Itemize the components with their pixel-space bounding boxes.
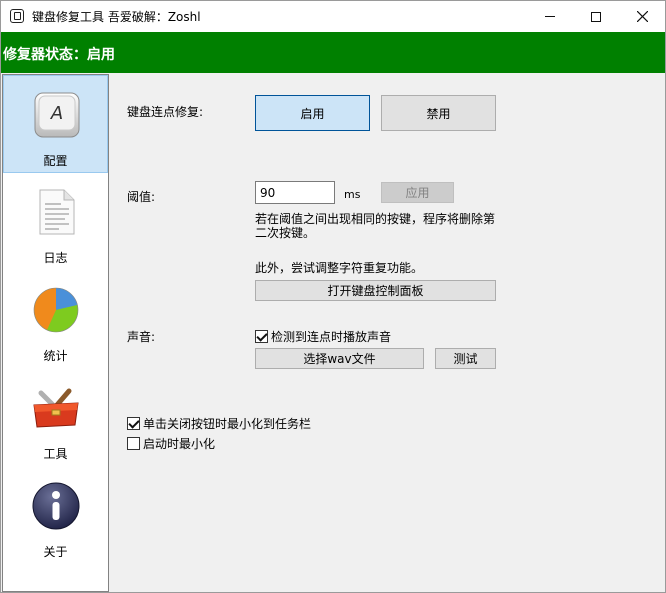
sidebar-item-label: 配置 <box>43 154 68 168</box>
sidebar-item-label: 关于 <box>43 545 68 559</box>
checkbox-box[interactable] <box>255 330 268 343</box>
app-window: 键盘修复工具 吾爱破解：Zoshl 修复器状态：启用 A 配置 日志 统计 工具… <box>0 0 666 593</box>
status-bar: 修复器状态：启用 <box>1 32 665 73</box>
pie-chart-icon <box>33 287 79 333</box>
checkbox-box[interactable] <box>127 417 140 430</box>
config-panel: 键盘连点修复: 启用 禁用 阈值: ms 应用 若在阈值之间出现相同的按键，程序… <box>110 74 665 592</box>
sidebar-item-config[interactable]: A 配置 <box>3 75 108 173</box>
keyboard-key-icon: A <box>34 92 80 138</box>
minimize-icon <box>545 16 555 17</box>
threshold-unit: ms <box>344 188 361 201</box>
sidebar-item-tools[interactable]: 工具 <box>3 369 108 467</box>
sidebar-item-stats[interactable]: 统计 <box>3 271 108 369</box>
open-keyboard-panel-button[interactable]: 打开键盘控制面板 <box>255 280 496 301</box>
minimize-to-taskbar-checkbox[interactable]: 单击关闭按钮时最小化到任务栏 <box>127 415 311 432</box>
app-icon <box>10 9 24 23</box>
minimize-button[interactable] <box>527 1 573 32</box>
sound-label: 声音: <box>127 330 156 344</box>
disable-button[interactable]: 禁用 <box>381 95 496 131</box>
status-text: 修复器状态：启用 <box>3 47 115 63</box>
repeat-hint-text: 此外，尝试调整字符重复功能。 <box>255 261 424 275</box>
threshold-label: 阈值: <box>127 190 156 204</box>
fix-label: 键盘连点修复: <box>127 105 204 119</box>
close-icon <box>636 11 648 22</box>
sidebar: A 配置 日志 统计 工具 关于 <box>2 74 109 592</box>
sidebar-item-about[interactable]: 关于 <box>3 467 108 565</box>
test-sound-button[interactable]: 测试 <box>435 348 496 369</box>
info-icon <box>32 482 80 530</box>
sidebar-item-label: 统计 <box>43 349 68 363</box>
minimize-to-taskbar-label: 单击关闭按钮时最小化到任务栏 <box>143 417 312 431</box>
sidebar-item-log[interactable]: 日志 <box>3 173 108 271</box>
play-sound-checkbox[interactable]: 检测到连点时播放声音 <box>255 328 391 345</box>
start-minimized-checkbox[interactable]: 启动时最小化 <box>127 435 215 452</box>
start-minimized-label: 启动时最小化 <box>143 437 216 451</box>
checkbox-box[interactable] <box>127 437 140 450</box>
svg-text:A: A <box>50 103 63 124</box>
enable-button[interactable]: 启用 <box>255 95 370 131</box>
sidebar-item-label: 日志 <box>43 251 68 265</box>
toolbox-icon <box>33 388 79 428</box>
close-button[interactable] <box>619 1 665 32</box>
threshold-description-line2: 二次按键。 <box>255 226 316 240</box>
choose-wav-button[interactable]: 选择wav文件 <box>255 348 424 369</box>
apply-button[interactable]: 应用 <box>381 182 454 203</box>
document-icon <box>39 189 75 235</box>
title-bar[interactable]: 键盘修复工具 吾爱破解：Zoshl <box>1 1 665 32</box>
window-title: 键盘修复工具 吾爱破解：Zoshl <box>32 10 201 24</box>
play-sound-label: 检测到连点时播放声音 <box>271 330 392 344</box>
maximize-button[interactable] <box>573 1 619 32</box>
maximize-icon <box>591 11 601 22</box>
sidebar-item-label: 工具 <box>43 447 68 461</box>
threshold-input[interactable] <box>255 181 335 204</box>
